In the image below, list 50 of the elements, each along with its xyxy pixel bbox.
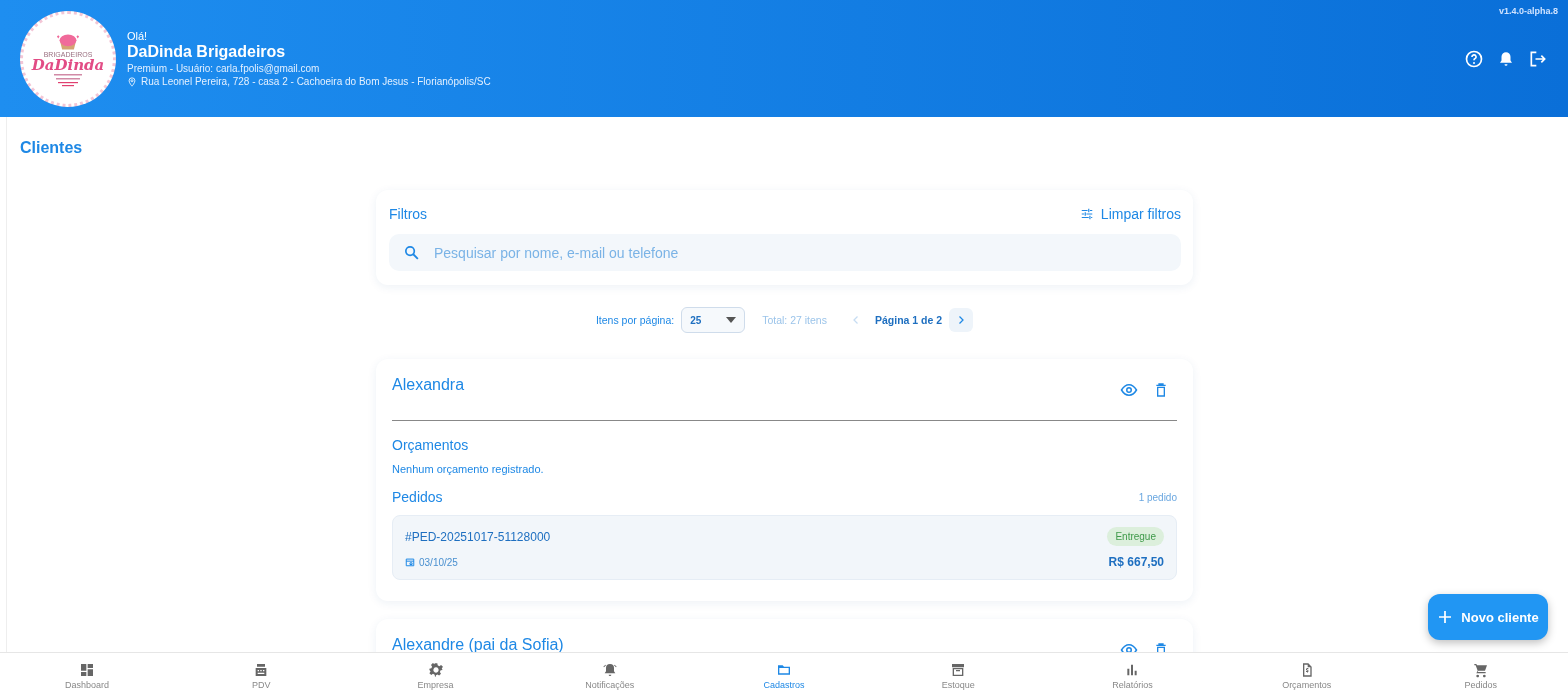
nav-tab[interactable]: Cadastros (696, 653, 872, 699)
dropdown-caret-icon (726, 317, 737, 323)
orders-heading: Pedidos (392, 489, 443, 505)
orders-count: 1 pedido (1138, 491, 1177, 503)
order-total: R$ 667,50 (1108, 555, 1164, 569)
items-per-page-label: Itens por página: (595, 314, 675, 326)
nav-tab[interactable]: Relatórios (1045, 653, 1220, 699)
empty-budgets-text: Nenhum orçamento registrado. (392, 463, 545, 475)
sliders-icon (1079, 207, 1094, 221)
nav-tab[interactable]: Orçamentos (1219, 653, 1394, 699)
page-indicator: Página 1 de 2 (874, 314, 943, 326)
items-per-page-select[interactable]: 25 (681, 307, 746, 333)
nav-tab[interactable]: Estoque (871, 653, 1046, 699)
search-bar[interactable]: Pesquisar por nome, e-mail ou telefone (389, 234, 1181, 271)
nav-icon (776, 662, 792, 678)
order-card[interactable]: #PED-20251017-51128000 Entregue 03/10/25 R$ 667,50 (392, 515, 1177, 580)
clear-filters-button[interactable]: Limpar filtros (1079, 206, 1181, 222)
nav-tab[interactable]: Notificações (522, 653, 697, 699)
nav-icon (601, 662, 618, 678)
delete-trash-icon[interactable] (1153, 382, 1169, 398)
company-name: DaDinda Brigadeiros (127, 43, 287, 61)
search-input[interactable]: Pesquisar por nome, e-mail ou telefone (432, 243, 1167, 262)
help-icon[interactable] (1464, 48, 1484, 69)
plus-icon (1437, 609, 1454, 625)
calendar-icon (405, 557, 415, 567)
nav-icon (950, 662, 967, 678)
nav-tab[interactable]: PDV (174, 653, 349, 699)
order-date: 03/10/25 (419, 556, 458, 568)
location-pin-icon (127, 76, 137, 87)
total-items-text: Total: 27 itens (762, 314, 827, 326)
version-label: v1.4.0-alpha.8 (1498, 6, 1558, 16)
order-code: #PED-20251017-51128000 (405, 529, 551, 544)
nav-tab[interactable]: Pedidos (1393, 653, 1568, 699)
greeting-text: Olá! (127, 30, 149, 42)
search-icon (403, 244, 420, 261)
address-text: Rua Leonel Pereira, 728 - casa 2 - Cachoeira do Bom Jesus - Florianópolis/SC (141, 76, 491, 87)
budgets-heading: Orçamentos (392, 437, 470, 453)
nav-tab[interactable]: Empresa (348, 653, 523, 699)
page-title: Clientes (20, 139, 84, 157)
nav-icon (1472, 662, 1489, 678)
view-eye-icon[interactable] (1120, 381, 1138, 399)
client-name: Alexandra (392, 376, 465, 394)
new-client-button[interactable]: Novo cliente (1428, 594, 1548, 640)
plan-text: Premium - Usuário: carla.fpolis@gmail.com (127, 63, 321, 74)
notification-bell-icon[interactable] (1497, 49, 1515, 68)
status-badge: Entregue (1107, 527, 1164, 546)
nav-icon (79, 662, 96, 678)
nav-tab[interactable]: Dashboard (0, 653, 175, 699)
nav-icon (427, 662, 444, 678)
filters-title: Filtros (389, 206, 428, 222)
